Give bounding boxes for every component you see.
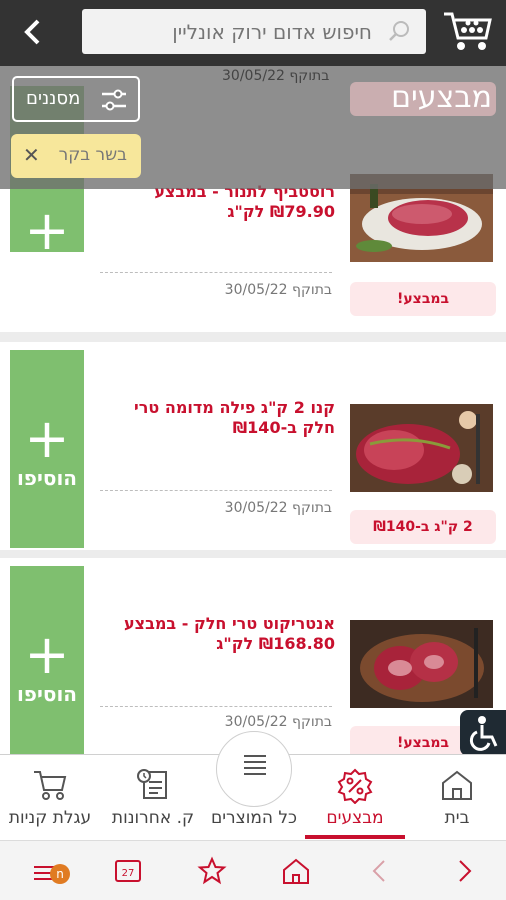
chevron-left-icon: [24, 19, 40, 45]
recent-list-icon: [137, 769, 167, 799]
search-input[interactable]: [92, 9, 372, 54]
sliders-icon: [102, 89, 126, 111]
home-icon: [283, 858, 309, 884]
accessibility-button[interactable]: [460, 710, 506, 756]
nav-all-products[interactable]: כל המוצרים: [206, 731, 302, 841]
bottom-nav: עגלת קניות ק. אחרונות כל המוצרים מבצעים …: [0, 731, 506, 841]
nav-deals[interactable]: מבצעים: [302, 755, 408, 841]
remove-filter-icon[interactable]: ✕: [23, 143, 40, 167]
search-icon: [389, 21, 409, 41]
product-card: + הוסיפו אנטריקוט טרי חלק - במבצע ₪168.8…: [0, 558, 506, 754]
product-card: + הוסיפו קנו 2 ק"ג פילה מדומה טרי חלק ב-…: [0, 342, 506, 550]
divider: [100, 272, 332, 273]
star-icon: [197, 856, 227, 885]
deal-badge: 2 ק"ג ב-₪140: [350, 510, 496, 544]
browser-menu-button[interactable]: n: [28, 855, 70, 887]
active-tab-indicator: [305, 835, 405, 839]
add-button[interactable]: + הוסיפו: [10, 350, 84, 548]
search-box[interactable]: [82, 9, 426, 54]
home-icon: [442, 770, 472, 800]
browser-bookmarks-button[interactable]: [196, 855, 228, 887]
product-name[interactable]: קנו 2 ק"ג פילה מדומה טרי חלק ב-₪140: [100, 398, 335, 438]
valid-until: בתוקף 30/05/22: [224, 714, 332, 730]
wheelchair-icon: [469, 716, 498, 751]
deal-badge: במבצע!: [350, 282, 496, 316]
browser-back-button[interactable]: [364, 855, 396, 887]
entrecote-image: [350, 620, 493, 708]
plus-icon: +: [24, 407, 70, 470]
filters-button[interactable]: מסננים: [12, 76, 140, 122]
product-price: ₪79.90 לק"ג: [227, 202, 335, 221]
valid-until: בתוקף 30/05/22: [224, 500, 332, 516]
add-label: הוסיפו: [16, 260, 78, 284]
valid-until: בתוקף 30/05/22: [222, 68, 330, 84]
nav-deals-label: מבצעים: [326, 808, 384, 828]
back-button[interactable]: [18, 15, 58, 51]
nav-recent-label: ק. אחרונות: [111, 808, 195, 828]
add-label: הוסיפו: [16, 466, 78, 490]
percent-badge-icon: [337, 768, 373, 804]
chevron-left-icon: [372, 860, 385, 882]
filters-label: מסננים: [26, 88, 81, 109]
cart-logo-icon[interactable]: [442, 8, 494, 54]
divider: [100, 706, 332, 707]
nav-recent[interactable]: ק. אחרונות: [100, 755, 206, 841]
divider: [100, 490, 332, 491]
plus-icon: +: [24, 199, 70, 262]
shopping-cart-icon: [34, 771, 67, 800]
page-title: מבצעים: [391, 80, 492, 115]
filter-chip-label: בשר בקר: [58, 145, 127, 165]
chevron-right-icon: [459, 860, 472, 882]
browser-forward-button[interactable]: [448, 855, 480, 887]
product-name[interactable]: אנטריקוט טרי חלק - במבצע ₪168.80 לק"ג: [100, 614, 335, 654]
beef-fillet-image: [350, 404, 493, 492]
nav-all-products-label: כל המוצרים: [210, 808, 298, 828]
browser-home-button[interactable]: [280, 855, 312, 887]
add-button[interactable]: + הוסיפו: [10, 566, 84, 754]
nav-home-label: בית: [444, 808, 470, 828]
nav-cart[interactable]: עגלת קניות: [0, 755, 100, 841]
add-label: הוסיפו: [16, 682, 78, 706]
filter-overlay: בתוקף 30/05/22 מבצעים מסננים ✕ בשר בקר: [0, 66, 506, 189]
nav-cart-label: עגלת קניות: [8, 808, 92, 828]
top-header: [0, 0, 506, 66]
product-image[interactable]: [350, 620, 493, 708]
valid-until: בתוקף 30/05/22: [224, 282, 332, 298]
tabs-count: 27: [122, 868, 135, 879]
notification-badge: n: [50, 864, 70, 884]
browser-tabs-button[interactable]: 27: [112, 855, 144, 887]
product-price: ₪168.80 לק"ג: [216, 634, 335, 653]
list-icon: [244, 755, 266, 775]
tabs-icon: 27: [115, 860, 141, 882]
nav-home[interactable]: בית: [408, 755, 506, 841]
active-filter-chip[interactable]: ✕ בשר בקר: [11, 134, 141, 178]
product-image[interactable]: [350, 404, 493, 492]
plus-icon: +: [24, 623, 70, 686]
browser-bar: n 27: [0, 840, 506, 900]
